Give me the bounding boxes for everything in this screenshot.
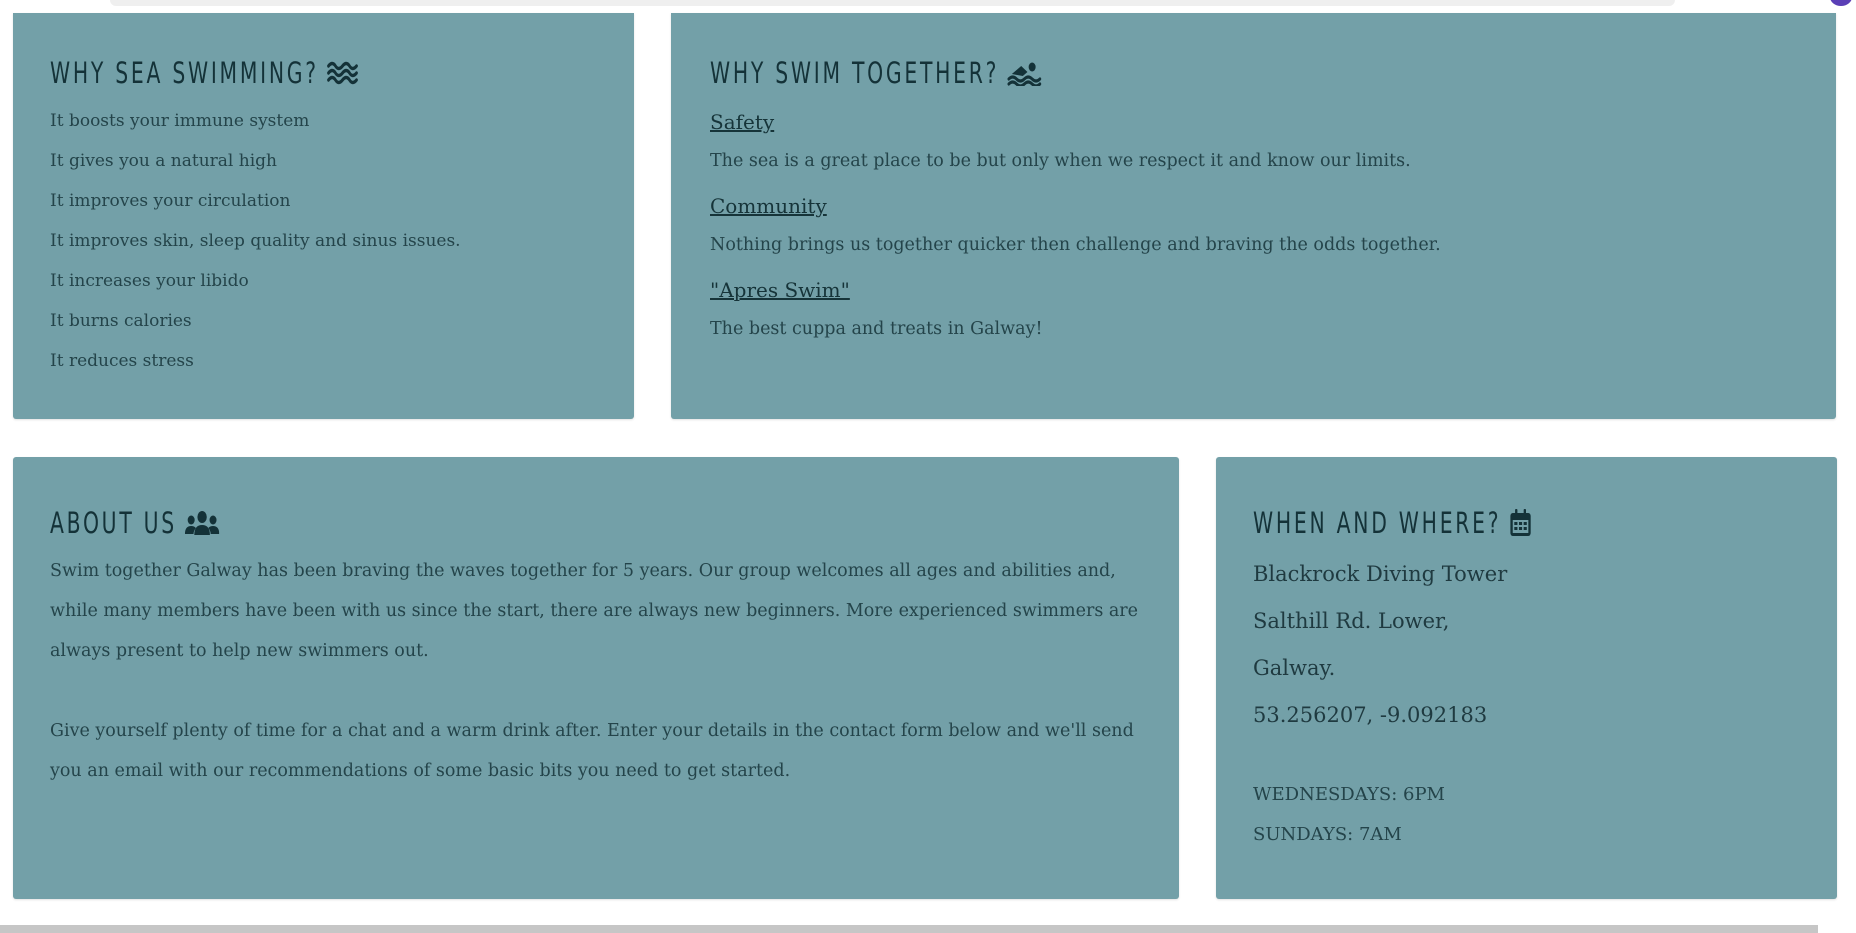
- schedule-item: WEDNESDAYS: 6PM: [1253, 784, 1445, 805]
- why-swim-together-title: WHY SWIM TOGETHER?: [710, 53, 1558, 93]
- apres-swim-heading: "Apres Swim": [710, 278, 850, 302]
- community-heading: Community: [710, 194, 827, 218]
- about-paragraph: Give yourself plenty of time for a chat …: [50, 721, 1134, 781]
- about-us-title-text: ABOUT US: [50, 506, 177, 540]
- benefit-item: It reduces stress: [50, 351, 194, 371]
- browser-top-strip: [110, 0, 1675, 6]
- apres-swim-text: The best cuppa and treats in Galway!: [710, 319, 1043, 339]
- why-sea-swimming-title: WHY SEA SWIMMING?: [50, 53, 477, 93]
- community-text: Nothing brings us together quicker then …: [710, 235, 1441, 255]
- benefit-item: It improves your circulation: [50, 191, 291, 211]
- when-and-where-title: WHEN AND WHERE?: [1253, 503, 1680, 543]
- why-swim-together-title-text: WHY SWIM TOGETHER?: [710, 56, 1000, 90]
- benefit-item: It increases your libido: [50, 271, 249, 291]
- safety-section: Safety The sea is a great place to be bu…: [710, 101, 1797, 181]
- why-sea-swimming-title-text: WHY SEA SWIMMING?: [50, 56, 319, 90]
- safety-heading: Safety: [710, 110, 775, 134]
- benefit-item: It gives you a natural high: [50, 151, 277, 171]
- horizontal-scrollbar[interactable]: [0, 925, 1818, 933]
- about-us-title: ABOUT US: [50, 503, 902, 543]
- water-waves-icon: [326, 61, 358, 85]
- schedule-item: SUNDAYS: 7AM: [1253, 824, 1402, 845]
- address-block: Blackrock Diving Tower Salthill Rd. Lowe…: [1253, 551, 1800, 739]
- address-line: Galway.: [1253, 656, 1336, 680]
- schedule-block: WEDNESDAYS: 6PM SUNDAYS: 7AM: [1253, 775, 1800, 855]
- about-paragraph: Swim together Galway has been braving th…: [50, 561, 1139, 661]
- community-section: Community Nothing brings us together qui…: [710, 185, 1797, 265]
- profile-avatar[interactable]: [1830, 0, 1852, 6]
- apres-swim-section: "Apres Swim" The best cuppa and treats i…: [710, 269, 1797, 349]
- when-and-where-title-text: WHEN AND WHERE?: [1253, 506, 1502, 540]
- benefit-item: It burns calories: [50, 311, 192, 331]
- address-line: Salthill Rd. Lower,: [1253, 609, 1450, 633]
- coordinates: 53.256207, -9.092183: [1253, 703, 1488, 727]
- why-swim-together-card: WHY SWIM TOGETHER? Safety The sea is a g…: [671, 13, 1836, 419]
- users-group-icon: [184, 511, 220, 535]
- benefit-item: It improves skin, sleep quality and sinu…: [50, 231, 461, 251]
- about-us-card: ABOUT US Swim together Galway has been b…: [13, 457, 1179, 899]
- when-and-where-card: WHEN AND WHERE? Blackrock Diving Tower S…: [1216, 457, 1837, 899]
- why-sea-swimming-card: WHY SEA SWIMMING? It boosts your immune …: [13, 13, 634, 419]
- swimmer-icon: [1007, 62, 1041, 86]
- benefit-item: It boosts your immune system: [50, 111, 310, 131]
- benefits-list: It boosts your immune system It gives yo…: [50, 101, 597, 381]
- calendar-icon: [1510, 509, 1531, 536]
- address-line: Blackrock Diving Tower: [1253, 562, 1508, 586]
- safety-text: The sea is a great place to be but only …: [710, 151, 1411, 171]
